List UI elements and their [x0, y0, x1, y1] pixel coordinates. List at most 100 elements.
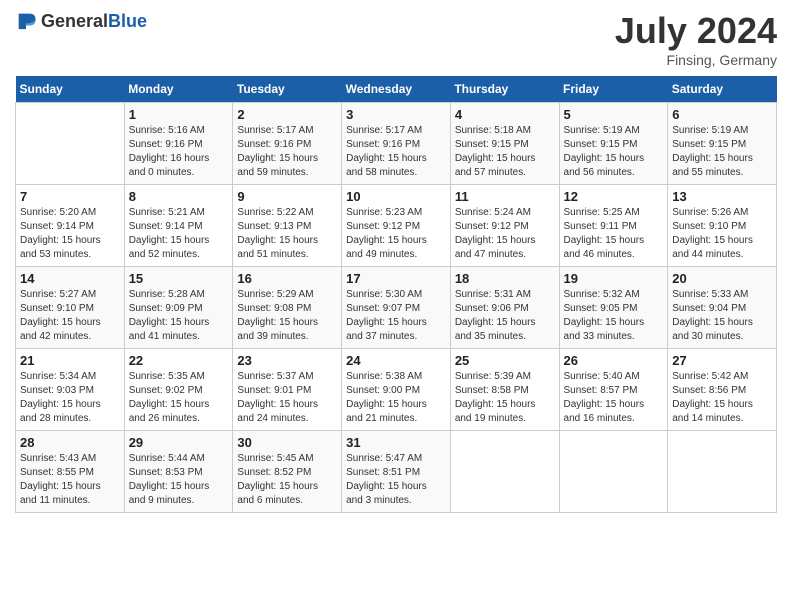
day-info: Sunrise: 5:37 AMSunset: 9:01 PMDaylight:…: [237, 370, 337, 426]
table-row: 15 Sunrise: 5:28 AMSunset: 9:09 PMDayligh…: [124, 267, 233, 349]
table-row: 6 Sunrise: 5:19 AMSunset: 9:15 PMDaylight…: [668, 103, 777, 185]
day-number: 3: [346, 107, 446, 122]
table-row: 13 Sunrise: 5:26 AMSunset: 9:10 PMDayligh…: [668, 185, 777, 267]
table-row: 17 Sunrise: 5:30 AMSunset: 9:07 PMDayligh…: [342, 267, 451, 349]
table-row: 28 Sunrise: 5:43 AMSunset: 8:55 PMDayligh…: [16, 431, 125, 513]
table-row: 3 Sunrise: 5:17 AMSunset: 9:16 PMDaylight…: [342, 103, 451, 185]
day-number: 20: [672, 271, 772, 286]
table-row: 31 Sunrise: 5:47 AMSunset: 8:51 PMDayligh…: [342, 431, 451, 513]
table-row: 24 Sunrise: 5:38 AMSunset: 9:00 PMDayligh…: [342, 349, 451, 431]
day-number: 4: [455, 107, 555, 122]
day-info: Sunrise: 5:38 AMSunset: 9:00 PMDaylight:…: [346, 370, 446, 426]
header-wednesday: Wednesday: [342, 76, 451, 103]
logo-text-blue: Blue: [108, 11, 147, 31]
day-info: Sunrise: 5:26 AMSunset: 9:10 PMDaylight:…: [672, 206, 772, 262]
day-info: Sunrise: 5:40 AMSunset: 8:57 PMDaylight:…: [564, 370, 664, 426]
day-number: 29: [129, 435, 229, 450]
calendar-title: July 2024: [615, 10, 777, 52]
logo-text-general: General: [41, 11, 108, 31]
table-row: 25 Sunrise: 5:39 AMSunset: 8:58 PMDayligh…: [450, 349, 559, 431]
day-info: Sunrise: 5:44 AMSunset: 8:53 PMDaylight:…: [129, 452, 229, 508]
calendar-table: Sunday Monday Tuesday Wednesday Thursday…: [15, 76, 777, 513]
day-info: Sunrise: 5:23 AMSunset: 9:12 PMDaylight:…: [346, 206, 446, 262]
day-number: 18: [455, 271, 555, 286]
day-info: Sunrise: 5:16 AMSunset: 9:16 PMDaylight:…: [129, 124, 229, 180]
table-row: 8 Sunrise: 5:21 AMSunset: 9:14 PMDaylight…: [124, 185, 233, 267]
day-number: 21: [20, 353, 120, 368]
day-number: 2: [237, 107, 337, 122]
day-number: 25: [455, 353, 555, 368]
table-row: 27Sunrise: 5:42 AMSunset: 8:56 PMDayligh…: [668, 349, 777, 431]
page-header: GeneralBlue July 2024 Finsing, Germany: [15, 10, 777, 68]
table-row: 10 Sunrise: 5:23 AMSunset: 9:12 PMDayligh…: [342, 185, 451, 267]
day-number: 17: [346, 271, 446, 286]
header-monday: Monday: [124, 76, 233, 103]
day-number: 26: [564, 353, 664, 368]
day-number: 28: [20, 435, 120, 450]
day-info: Sunrise: 5:35 AMSunset: 9:02 PMDaylight:…: [129, 370, 229, 426]
day-info: Sunrise: 5:33 AMSunset: 9:04 PMDaylight:…: [672, 288, 772, 344]
day-info: Sunrise: 5:47 AMSunset: 8:51 PMDaylight:…: [346, 452, 446, 508]
table-row: 7Sunrise: 5:20 AMSunset: 9:14 PMDaylight…: [16, 185, 125, 267]
table-row: 26 Sunrise: 5:40 AMSunset: 8:57 PMDayligh…: [559, 349, 668, 431]
day-number: 13: [672, 189, 772, 204]
day-info: Sunrise: 5:45 AMSunset: 8:52 PMDaylight:…: [237, 452, 337, 508]
logo: GeneralBlue: [15, 10, 147, 32]
calendar-week-row: 7Sunrise: 5:20 AMSunset: 9:14 PMDaylight…: [16, 185, 777, 267]
day-info: Sunrise: 5:43 AMSunset: 8:55 PMDaylight:…: [20, 452, 120, 508]
calendar-week-row: 28 Sunrise: 5:43 AMSunset: 8:55 PMDayligh…: [16, 431, 777, 513]
day-info: Sunrise: 5:42 AMSunset: 8:56 PMDaylight:…: [672, 370, 772, 426]
table-row: 2Sunrise: 5:17 AMSunset: 9:16 PMDaylight…: [233, 103, 342, 185]
table-row: 16Sunrise: 5:29 AMSunset: 9:08 PMDayligh…: [233, 267, 342, 349]
table-row: 11Sunrise: 5:24 AMSunset: 9:12 PMDayligh…: [450, 185, 559, 267]
day-info: Sunrise: 5:30 AMSunset: 9:07 PMDaylight:…: [346, 288, 446, 344]
day-info: Sunrise: 5:34 AMSunset: 9:03 PMDaylight:…: [20, 370, 120, 426]
logo-icon: [15, 10, 37, 32]
header-friday: Friday: [559, 76, 668, 103]
table-row: 30 Sunrise: 5:45 AMSunset: 8:52 PMDayligh…: [233, 431, 342, 513]
day-info: Sunrise: 5:19 AMSunset: 9:15 PMDaylight:…: [672, 124, 772, 180]
table-row: [450, 431, 559, 513]
table-row: 29 Sunrise: 5:44 AMSunset: 8:53 PMDayligh…: [124, 431, 233, 513]
day-number: 7: [20, 189, 120, 204]
day-info: Sunrise: 5:29 AMSunset: 9:08 PMDaylight:…: [237, 288, 337, 344]
day-number: 15: [129, 271, 229, 286]
table-row: 9 Sunrise: 5:22 AMSunset: 9:13 PMDaylight…: [233, 185, 342, 267]
table-row: 20 Sunrise: 5:33 AMSunset: 9:04 PMDayligh…: [668, 267, 777, 349]
calendar-week-row: 1 Sunrise: 5:16 AMSunset: 9:16 PMDaylight…: [16, 103, 777, 185]
day-info: Sunrise: 5:39 AMSunset: 8:58 PMDaylight:…: [455, 370, 555, 426]
day-info: Sunrise: 5:25 AMSunset: 9:11 PMDaylight:…: [564, 206, 664, 262]
day-number: 31: [346, 435, 446, 450]
day-info: Sunrise: 5:28 AMSunset: 9:09 PMDaylight:…: [129, 288, 229, 344]
day-number: 24: [346, 353, 446, 368]
table-row: 18 Sunrise: 5:31 AMSunset: 9:06 PMDayligh…: [450, 267, 559, 349]
table-row: [16, 103, 125, 185]
day-number: 8: [129, 189, 229, 204]
header-thursday: Thursday: [450, 76, 559, 103]
day-info: Sunrise: 5:17 AMSunset: 9:16 PMDaylight:…: [346, 124, 446, 180]
day-number: 10: [346, 189, 446, 204]
day-info: Sunrise: 5:32 AMSunset: 9:05 PMDaylight:…: [564, 288, 664, 344]
day-number: 30: [237, 435, 337, 450]
table-row: [559, 431, 668, 513]
header-saturday: Saturday: [668, 76, 777, 103]
table-row: 23Sunrise: 5:37 AMSunset: 9:01 PMDayligh…: [233, 349, 342, 431]
day-info: Sunrise: 5:27 AMSunset: 9:10 PMDaylight:…: [20, 288, 120, 344]
day-number: 1: [129, 107, 229, 122]
day-number: 9: [237, 189, 337, 204]
day-number: 11: [455, 189, 555, 204]
day-number: 12: [564, 189, 664, 204]
day-info: Sunrise: 5:31 AMSunset: 9:06 PMDaylight:…: [455, 288, 555, 344]
day-info: Sunrise: 5:22 AMSunset: 9:13 PMDaylight:…: [237, 206, 337, 262]
day-info: Sunrise: 5:21 AMSunset: 9:14 PMDaylight:…: [129, 206, 229, 262]
table-row: 1 Sunrise: 5:16 AMSunset: 9:16 PMDaylight…: [124, 103, 233, 185]
table-row: 21 Sunrise: 5:34 AMSunset: 9:03 PMDayligh…: [16, 349, 125, 431]
day-number: 5: [564, 107, 664, 122]
day-info: Sunrise: 5:18 AMSunset: 9:15 PMDaylight:…: [455, 124, 555, 180]
day-number: 6: [672, 107, 772, 122]
weekday-header-row: Sunday Monday Tuesday Wednesday Thursday…: [16, 76, 777, 103]
table-row: 14Sunrise: 5:27 AMSunset: 9:10 PMDayligh…: [16, 267, 125, 349]
day-number: 19: [564, 271, 664, 286]
table-row: 12 Sunrise: 5:25 AMSunset: 9:11 PMDayligh…: [559, 185, 668, 267]
table-row: [668, 431, 777, 513]
